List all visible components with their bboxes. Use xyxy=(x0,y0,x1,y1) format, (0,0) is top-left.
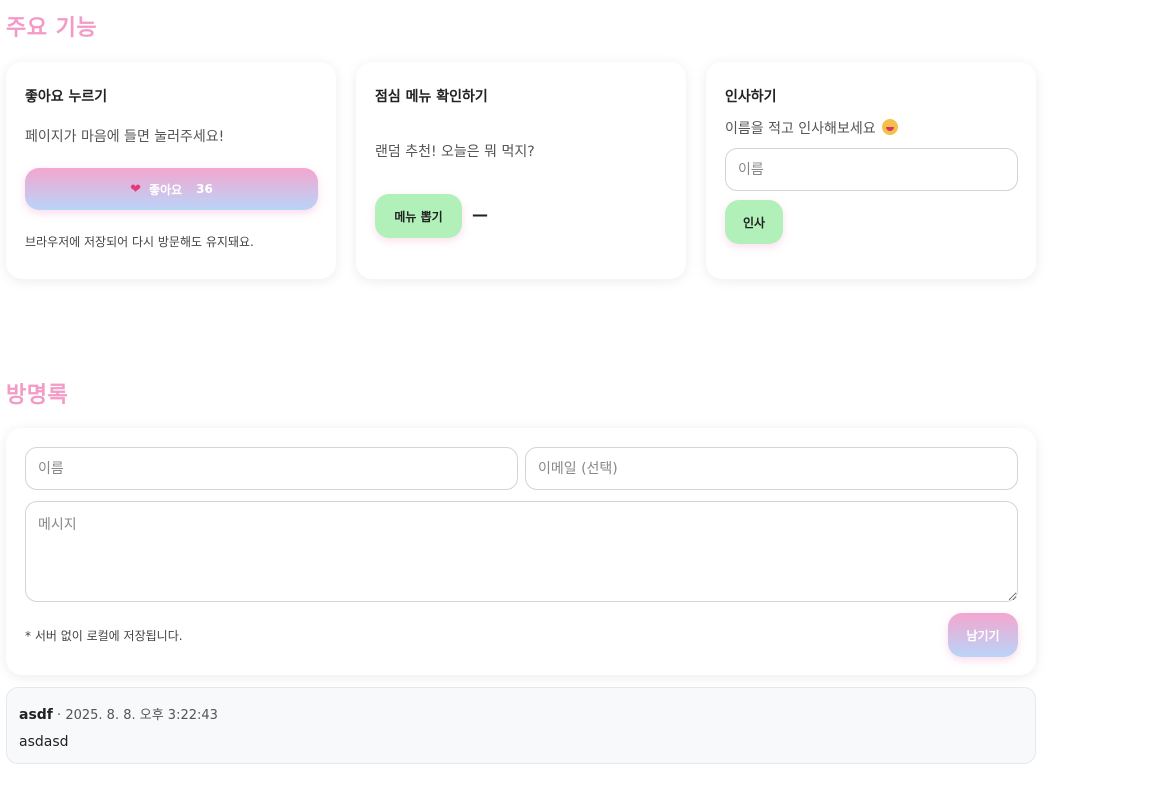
entry-separator: · xyxy=(57,708,62,723)
greet-description: 이름을 적고 인사해보세요 xyxy=(725,121,876,137)
guestbook-note: * 서버 없이 로컬에 저장됩니다. xyxy=(25,629,183,643)
guestbook-email-input[interactable] xyxy=(525,447,1018,490)
greet-button[interactable]: 인사 xyxy=(725,200,783,244)
guestbook-form: * 서버 없이 로컬에 저장됩니다. 남기기 xyxy=(6,428,1036,675)
lunch-card: 점심 메뉴 확인하기 랜덤 추천! 오늘은 뭐 먹지? 메뉴 뽑기 — xyxy=(356,62,686,279)
features-section-title: 주요 기능 xyxy=(6,16,98,41)
guestbook-section-title: 방명록 xyxy=(6,383,69,408)
guestbook-entry: asdf · 2025. 8. 8. 오후 3:22:43 asdasd xyxy=(6,687,1036,764)
like-button[interactable]: ❤ 좋아요 36 xyxy=(25,168,318,210)
like-count: 36 xyxy=(196,182,213,196)
greet-card-title: 인사하기 xyxy=(725,89,777,105)
heart-icon: ❤ xyxy=(130,181,142,197)
entry-timestamp: 2025. 8. 8. 오후 3:22:43 xyxy=(65,708,218,723)
like-button-label: 좋아요 xyxy=(149,182,183,197)
guestbook-message-input[interactable] xyxy=(25,501,1018,602)
lunch-card-title: 점심 메뉴 확인하기 xyxy=(375,89,488,105)
menu-pick-button[interactable]: 메뉴 뽑기 xyxy=(375,194,462,238)
guestbook-submit-button[interactable]: 남기기 xyxy=(948,613,1018,657)
like-note: 브라우저에 저장되어 다시 방문해도 유지돼요. xyxy=(25,235,254,249)
greet-name-input[interactable] xyxy=(725,148,1018,191)
like-card-title: 좋아요 누르기 xyxy=(25,89,108,105)
grinning-face-icon xyxy=(881,119,898,135)
lunch-description: 랜덤 추천! 오늘은 뭐 먹지? xyxy=(375,144,535,160)
menu-result: — xyxy=(472,205,488,224)
entry-message: asdasd xyxy=(19,734,69,750)
like-card: 좋아요 누르기 페이지가 마음에 들면 눌러주세요! ❤ 좋아요 36 브라우저… xyxy=(6,62,336,279)
entry-author: asdf xyxy=(19,707,53,723)
like-description: 페이지가 마음에 들면 눌러주세요! xyxy=(25,129,225,145)
guestbook-name-input[interactable] xyxy=(25,447,518,490)
greet-description-row: 이름을 적고 인사해보세요 xyxy=(725,118,898,138)
entry-meta: asdf · 2025. 8. 8. 오후 3:22:43 xyxy=(19,704,218,723)
greet-card: 인사하기 이름을 적고 인사해보세요 인사 xyxy=(706,62,1036,279)
